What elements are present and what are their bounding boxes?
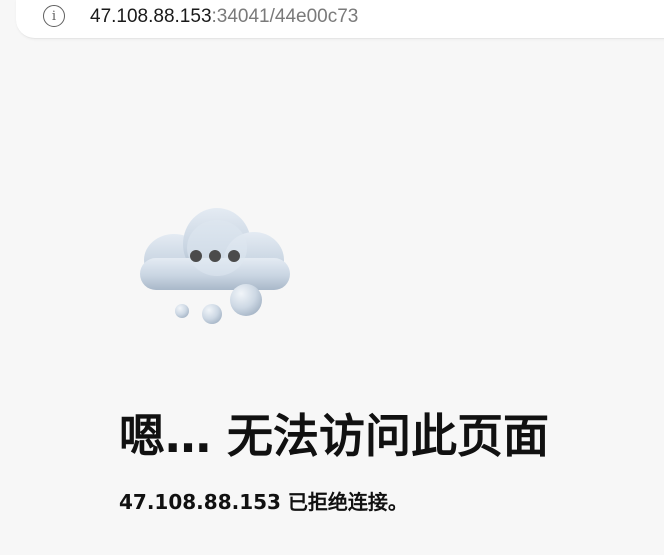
- url-host: 47.108.88.153: [90, 6, 212, 27]
- error-heading: 嗯… 无法访问此页面: [119, 409, 550, 463]
- url-text[interactable]: 47.108.88.153:34041/44e00c73: [90, 5, 358, 29]
- url-path: :34041/44e00c73: [211, 6, 359, 27]
- error-message: 47.108.88.153 已拒绝连接。: [119, 490, 408, 514]
- info-icon[interactable]: i: [43, 5, 65, 27]
- error-page: i 47.108.88.153:34041/44e00c73 嗯… 无法访问此页…: [0, 0, 664, 555]
- ellipsis-dots: [190, 250, 240, 262]
- address-bar[interactable]: i 47.108.88.153:34041/44e00c73: [16, 0, 664, 39]
- cloud-icon: [140, 208, 290, 324]
- cloud-shape: [140, 208, 290, 290]
